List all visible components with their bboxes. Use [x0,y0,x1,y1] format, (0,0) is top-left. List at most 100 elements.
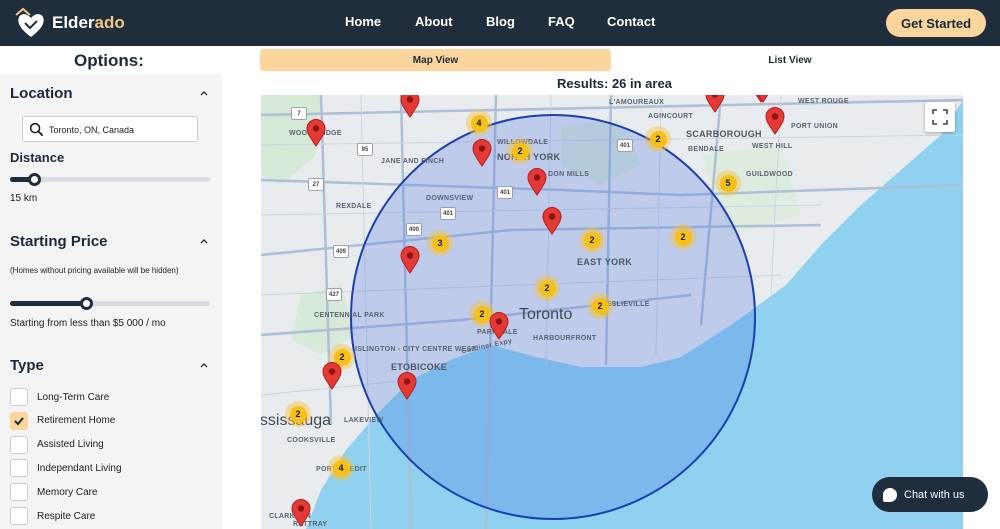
price-slider[interactable] [10,297,210,310]
distance-slider[interactable] [10,173,210,186]
map-label: WEST ROUGE [798,98,849,105]
map-canvas[interactable]: WOODBRIDGE JANE AND FINCH REXDALE DOWNSV… [261,95,963,529]
map-pin-marker[interactable] [705,95,725,113]
location-input[interactable] [49,121,194,138]
highway-shield: 7 [291,107,307,120]
highway-shield: 427 [326,288,342,301]
map-label: WEST HILL [752,143,793,150]
chevron-up-icon[interactable] [199,360,209,370]
type-option[interactable]: Assisted Living [10,435,104,454]
highway-shield: 401 [497,186,513,199]
nav-home[interactable]: Home [345,14,381,29]
map-pin-marker[interactable] [753,95,773,103]
options-title: Options: [74,51,144,70]
map-cluster-marker[interactable]: 2 [587,293,613,319]
map-label: HARBOURFRONT [533,335,597,342]
map-pin-marker[interactable] [472,139,492,167]
tab-list-view[interactable]: List View [611,49,969,71]
map-cluster-marker[interactable]: 2 [534,275,560,301]
highway-shield: 409 [333,245,349,258]
top-navbar: Elderado Home About Blog FAQ Contact Get… [0,0,1000,46]
map-pin-marker[interactable] [322,362,342,390]
price-title: Starting Price [10,233,108,250]
chevron-up-icon[interactable] [199,236,209,246]
map-label: ISLINGTON - CITY CENTRE WEST [355,346,477,353]
price-slider-thumb[interactable] [80,297,93,310]
highway-shield: 27 [308,178,324,191]
highway-shield: 401 [617,139,633,152]
type-option-label: Respite Care [37,510,96,522]
map-pin-marker[interactable] [765,107,785,135]
price-note: (Homes without pricing available will be… [10,266,179,275]
map-label: COOKSVILLE [287,437,336,444]
map-pin-marker[interactable] [527,168,547,196]
map-pin-marker[interactable] [542,207,562,235]
price-slider-fill [10,301,86,306]
map-label: CENTENNIAL PARK [314,312,385,319]
map-pin-marker[interactable] [489,312,509,340]
map-cluster-marker[interactable]: 4 [466,110,492,136]
chat-label: Chat with us [904,488,965,501]
results-count: Results: 26 in area [557,76,672,91]
price-value: Starting from less than $5 000 / mo [10,318,166,329]
map-cluster-marker[interactable]: 2 [645,126,671,152]
map-label: DON MILLS [548,171,590,178]
map-pin-marker[interactable] [400,246,420,274]
map-pin-marker[interactable] [291,499,311,527]
map-cluster-marker[interactable]: 3 [427,230,453,256]
main-nav: Home About Blog FAQ Contact [0,14,1000,32]
fullscreen-button[interactable] [925,102,955,132]
tab-map-view[interactable]: Map View [260,49,611,71]
type-option-label: Memory Care [37,486,98,498]
map-pin-marker[interactable] [400,95,420,118]
type-option-label: Long-Term Care [37,391,110,403]
map-pin-marker[interactable] [397,372,417,400]
nav-about[interactable]: About [415,14,453,29]
map-label: LAKEVIEW [344,417,384,424]
get-started-button[interactable]: Get Started [886,9,986,37]
map-label: REXDALE [336,203,372,210]
type-option[interactable]: Respite Care [10,507,95,525]
map-label: L'AMOUREAUX [609,99,665,106]
nav-faq[interactable]: FAQ [548,14,575,29]
map-cluster-marker[interactable]: 2 [285,401,311,427]
map-label: GUILDWOOD [746,171,794,178]
nav-blog[interactable]: Blog [486,14,515,29]
chat-button[interactable]: Chat with us [872,477,988,512]
highway-shield: 400 [406,223,422,236]
map-cluster-marker[interactable]: 5 [715,170,741,196]
map-cluster-marker[interactable]: 2 [579,227,605,253]
distance-value: 15 km [10,193,38,204]
map-label: BENDALE [688,146,724,153]
map-label: JANE AND FINCH [381,158,445,165]
type-option[interactable]: Retirement Home [10,411,116,430]
type-option[interactable]: Long-Term Care [10,388,109,406]
chevron-up-icon[interactable] [199,88,209,98]
type-title: Type [10,357,44,374]
highway-shield: 401 [440,207,456,220]
type-option-label: Independant Living [37,462,122,474]
type-option[interactable]: Memory Care [10,483,98,502]
map-pin-marker[interactable] [306,119,326,147]
search-icon [29,122,44,137]
map-label: PORT UNION [791,123,838,130]
fullscreen-icon [932,109,948,125]
map-label: DOWNSVIEW [426,195,474,202]
map-label: ETOBICOKE [391,362,448,372]
checkbox[interactable] [10,483,28,502]
map-cluster-marker[interactable]: 2 [670,224,696,250]
map-label: Toronto [519,306,573,323]
distance-slider-thumb[interactable] [28,173,41,186]
checkbox[interactable] [10,388,28,406]
checkbox[interactable] [10,459,28,478]
checkbox[interactable] [10,435,28,454]
checkbox[interactable] [10,507,28,525]
highway-shield: 95 [357,143,373,156]
map-cluster-marker[interactable]: 4 [328,455,354,481]
type-option-label: Assisted Living [37,439,104,451]
checkbox-checked[interactable] [10,411,28,430]
type-option[interactable]: Independant Living [10,459,122,478]
nav-contact[interactable]: Contact [607,14,655,29]
map-cluster-marker[interactable]: 2 [507,138,533,164]
type-option-label: Retirement Home [37,415,116,427]
